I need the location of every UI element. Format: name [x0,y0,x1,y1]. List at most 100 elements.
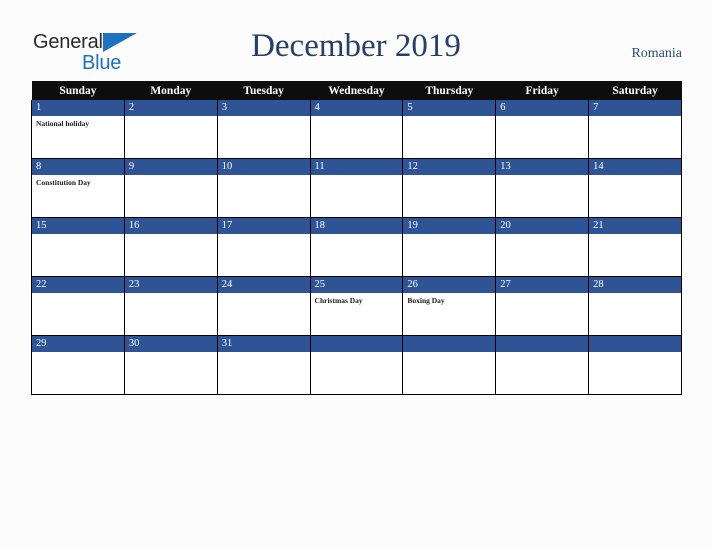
calendar-day-cell[interactable]: 13 [495,158,590,218]
day-events [589,293,681,296]
holiday-label: Christmas Day [314,296,363,305]
page-header: General Blue December 2019 Romania [0,0,712,80]
day-events [589,234,681,237]
calendar-day-cell[interactable]: 18 [309,217,404,277]
calendar-week-row: 29 30 31 [31,335,682,395]
calendar-day-cell[interactable]: 20 [495,217,590,277]
day-number: 27 [496,277,589,293]
day-events [496,175,588,178]
calendar-day-cell[interactable]: 3 [216,100,311,159]
calendar-week-row: 22 23 24 25 Christmas Day 26 Boxing Day 27 28 [31,276,682,336]
calendar-day-cell[interactable]: 24 [216,276,311,336]
day-number [496,336,589,352]
day-events [496,234,588,237]
calendar-page: General Blue December 2019 Romania Sunda… [0,0,712,550]
calendar-day-cell[interactable]: 4 [309,100,404,159]
weekday-header-saturday: Saturday [588,81,682,100]
calendar-day-cell[interactable]: 1 National holiday [31,100,125,159]
day-number: 16 [124,218,217,234]
day-number: 1 [32,100,124,116]
day-events [311,175,403,178]
day-events [496,352,588,355]
calendar-day-cell[interactable]: 28 [588,276,682,336]
country-label: Romania [631,46,682,61]
calendar-day-cell[interactable]: 2 [123,100,218,159]
calendar-day-cell[interactable]: 22 [31,276,125,336]
holiday-label: Boxing Day [407,296,445,305]
calendar-day-cell[interactable]: 17 [216,217,311,277]
day-number: 5 [403,100,496,116]
calendar-day-cell[interactable] [402,335,497,395]
calendar-day-cell[interactable]: 10 [216,158,311,218]
calendar-day-cell[interactable]: 25 Christmas Day [309,276,404,336]
day-events [125,116,217,119]
weekday-header-sunday: Sunday [31,81,125,100]
day-events [218,234,310,237]
day-events [403,352,495,355]
day-events [311,116,403,119]
day-events [125,234,217,237]
day-events [589,116,681,119]
day-events [589,175,681,178]
day-events [311,352,403,355]
calendar-day-cell[interactable]: 19 [402,217,497,277]
day-number: 23 [124,277,217,293]
calendar-day-cell[interactable]: 14 [588,158,682,218]
day-number: 14 [589,159,681,175]
day-number: 10 [217,159,310,175]
calendar-day-cell[interactable]: 6 [495,100,590,159]
day-number [403,336,496,352]
day-number: 13 [496,159,589,175]
day-events [403,234,495,237]
weekday-header-thursday: Thursday [402,81,496,100]
day-number: 12 [403,159,496,175]
calendar-day-cell[interactable] [495,335,590,395]
calendar-day-cell[interactable]: 30 [123,335,218,395]
day-number: 31 [217,336,310,352]
calendar-day-cell[interactable]: 29 [31,335,125,395]
calendar-day-cell[interactable]: 5 [402,100,497,159]
calendar-day-cell[interactable]: 7 [588,100,682,159]
calendar-day-cell[interactable]: 9 [123,158,218,218]
day-number [310,336,403,352]
day-events [218,175,310,178]
day-number: 4 [310,100,403,116]
calendar-day-cell[interactable]: 21 [588,217,682,277]
weekday-header-monday: Monday [124,81,218,100]
day-number: 20 [496,218,589,234]
day-number: 21 [589,218,681,234]
day-events [125,293,217,296]
calendar-day-cell[interactable]: 27 [495,276,590,336]
calendar-day-cell[interactable]: 11 [309,158,404,218]
day-events [125,175,217,178]
day-events [32,352,124,355]
day-events [496,293,588,296]
calendar-day-cell[interactable]: 26 Boxing Day [402,276,497,336]
calendar-day-cell[interactable]: 8 Constitution Day [31,158,125,218]
day-events: Constitution Day [32,175,124,188]
calendar-day-cell[interactable]: 16 [123,217,218,277]
weekday-header-tuesday: Tuesday [217,81,311,100]
day-number: 8 [32,159,124,175]
day-events [496,116,588,119]
calendar-day-cell[interactable]: 23 [123,276,218,336]
weekday-header-row: Sunday Monday Tuesday Wednesday Thursday… [31,81,682,100]
calendar-day-cell[interactable]: 12 [402,158,497,218]
day-events [32,293,124,296]
day-number: 6 [496,100,589,116]
day-events [589,352,681,355]
calendar-day-cell[interactable]: 15 [31,217,125,277]
day-number: 18 [310,218,403,234]
calendar-day-cell[interactable] [588,335,682,395]
day-number: 15 [32,218,124,234]
day-events: Christmas Day [311,293,403,306]
weekday-header-friday: Friday [495,81,589,100]
day-number [589,336,681,352]
day-number: 9 [124,159,217,175]
calendar-week-row: 1 National holiday 2 3 4 5 6 7 [31,100,682,159]
calendar-day-cell[interactable]: 31 [216,335,311,395]
day-number: 17 [217,218,310,234]
calendar-body: 1 National holiday 2 3 4 5 6 7 8 Constitution Day… [31,100,682,395]
calendar-day-cell[interactable] [309,335,404,395]
day-events: Boxing Day [403,293,495,306]
